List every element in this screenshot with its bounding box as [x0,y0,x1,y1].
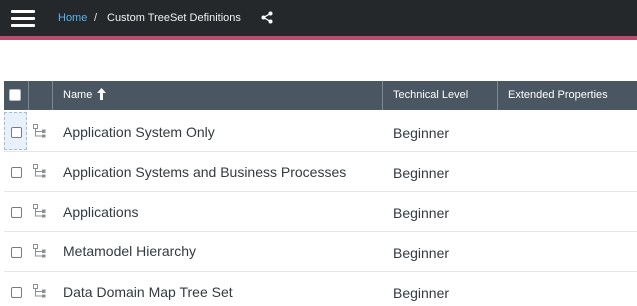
row-name[interactable]: Data Domain Map Tree Set [63,284,233,300]
table-row[interactable]: Metamodel Hierarchy Beginner [4,232,637,272]
column-header-technical-level-label: Technical Level [393,89,469,101]
accent-divider [0,36,637,40]
tree-hierarchy-icon [33,204,46,218]
row-name[interactable]: Application Systems and Business Process… [63,164,346,180]
row-technical-level: Beginner [393,285,450,301]
icon-column-header [28,81,52,110]
tree-hierarchy-icon [33,284,46,298]
row-name[interactable]: Application System Only [63,124,215,140]
tree-hierarchy-icon [33,164,46,178]
table-row[interactable]: Data Domain Map Tree Set Beginner [4,272,637,306]
row-checkbox[interactable] [11,287,22,298]
select-all-cell [4,81,28,110]
table-row[interactable]: Application Systems and Business Process… [4,152,637,192]
breadcrumb-separator: / [94,12,98,24]
column-header-name[interactable]: Name [52,81,382,110]
row-checkbox[interactable] [11,127,22,138]
hamburger-menu-icon[interactable] [11,10,35,27]
page-title: Custom TreeSet Definitions [107,12,241,24]
column-header-extended-properties[interactable]: Extended Properties [497,81,637,110]
column-header-name-label: Name [63,89,93,101]
breadcrumb-home-link[interactable]: Home [58,11,87,25]
share-icon[interactable] [261,11,273,24]
row-technical-level: Beginner [393,125,450,141]
column-header-technical-level[interactable]: Technical Level [382,81,497,110]
table-row[interactable]: Applications Beginner [4,192,637,232]
row-name[interactable]: Applications [63,204,139,220]
select-all-checkbox[interactable] [9,89,21,101]
row-checkbox[interactable] [11,167,22,178]
table-header: Name Technical Level Extended Properties [4,81,637,110]
row-technical-level: Beginner [393,205,450,221]
tree-hierarchy-icon [33,124,46,138]
row-checkbox[interactable] [11,247,22,258]
column-header-extended-properties-label: Extended Properties [508,89,608,101]
row-technical-level: Beginner [393,165,450,181]
top-bar: Home / Custom TreeSet Definitions [0,0,637,36]
table-row[interactable]: Application System Only Beginner [4,112,637,152]
row-checkbox[interactable] [11,207,22,218]
tree-hierarchy-icon [33,244,46,258]
row-technical-level: Beginner [393,245,450,261]
sort-ascending-arrow-icon[interactable] [97,87,107,100]
row-name[interactable]: Metamodel Hierarchy [63,243,196,259]
